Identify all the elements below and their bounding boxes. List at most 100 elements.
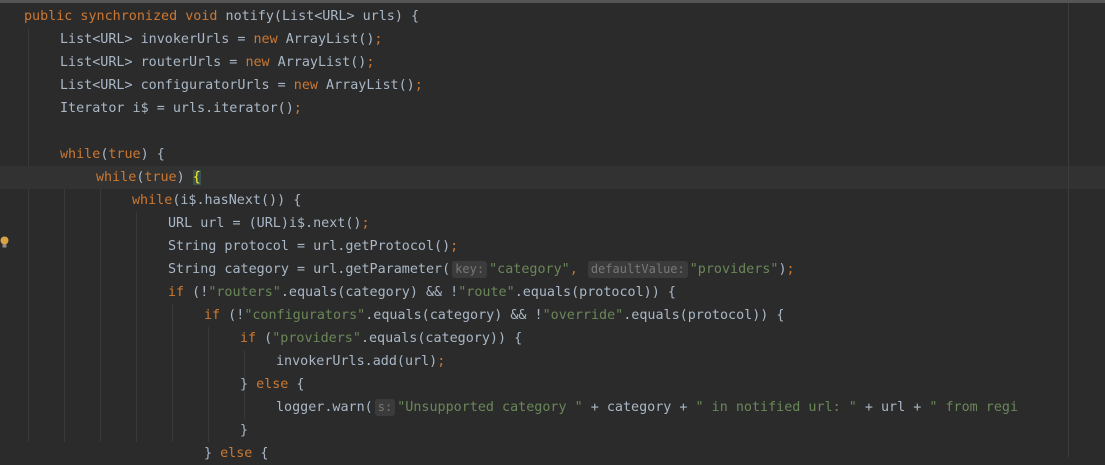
code-line-content: while(i$.hasNext()) { — [132, 189, 301, 212]
code-token: { — [252, 446, 269, 461]
code-line-content: URL url = (URL)i$.next(); — [168, 212, 370, 235]
code-line-content: if (!"configurators".equals(category) &&… — [204, 304, 785, 327]
code-line[interactable]: List<URL> configuratorUrls = new ArrayLi… — [0, 74, 1105, 97]
keyword-token: true — [144, 170, 177, 185]
code-line[interactable]: while(true) { — [0, 166, 1105, 189]
string-token: " in notified url: " — [695, 400, 857, 415]
keyword-token: if — [240, 331, 257, 346]
string-token: " from regi — [929, 400, 1019, 415]
code-line-content: logger.warn(s: "Unsupported category " + … — [276, 396, 1018, 419]
string-token: "Unsupported category " — [397, 400, 583, 415]
code-line-content: } else { — [240, 373, 305, 396]
code-token: { — [288, 377, 305, 392]
code-line-content: Iterator i$ = urls.iterator(); — [60, 97, 302, 120]
code-token: ) { — [140, 147, 165, 162]
code-line[interactable]: if ("providers".equals(category)) { — [0, 327, 1105, 350]
code-token: URL url = (URL)i$.next() — [168, 216, 362, 231]
code-token: (! — [220, 308, 245, 323]
code-token: ArrayList() — [269, 55, 367, 70]
keyword-token: ; — [374, 32, 383, 47]
keyword-token: ; — [414, 78, 423, 93]
code-token: + url + — [856, 400, 930, 415]
code-token: logger.warn( — [276, 400, 373, 415]
string-token: "providers" — [689, 262, 779, 277]
code-line[interactable] — [0, 120, 1105, 143]
keyword-token: , — [569, 262, 578, 277]
code-line-content: List<URL> routerUrls = new ArrayList(); — [60, 51, 374, 74]
code-token: Iterator i$ = urls.iterator() — [60, 101, 294, 116]
code-line[interactable]: List<URL> routerUrls = new ArrayList(); — [0, 51, 1105, 74]
code-line[interactable]: if (!"routers".equals(category) && !"rou… — [0, 281, 1105, 304]
parameter-hint: key: — [452, 261, 488, 278]
keyword-token: ; — [786, 262, 795, 277]
code-line-content: while(true) { — [60, 143, 165, 166]
keyword-token: else — [220, 446, 253, 461]
code-token: .equals(category) && ! — [365, 308, 543, 323]
code-line[interactable]: invokerUrls.add(url); — [0, 350, 1105, 373]
keyword-token: ; — [361, 216, 370, 231]
keyword-token: ; — [450, 239, 459, 254]
code-line[interactable]: URL url = (URL)i$.next(); — [0, 212, 1105, 235]
keyword-token: while — [96, 170, 137, 185]
code-token: String category = url.getParameter( — [168, 262, 451, 277]
right-margin-guide — [1068, 3, 1069, 457]
code-line[interactable]: if (!"configurators".equals(category) &&… — [0, 304, 1105, 327]
code-line[interactable]: } — [0, 419, 1105, 442]
code-line-content: String category = url.getParameter(key: "… — [168, 258, 795, 281]
keyword-token: else — [256, 377, 289, 392]
code-token: List<URL> invokerUrls = — [60, 32, 254, 47]
code-line-content: List<URL> invokerUrls = new ArrayList(); — [60, 28, 382, 51]
code-token: ) — [778, 262, 787, 277]
string-token: "configurators" — [244, 308, 366, 323]
string-token: "route" — [458, 285, 515, 300]
keyword-token: true — [108, 147, 141, 162]
code-editor[interactable]: public synchronized void notify(List<URL… — [0, 3, 1105, 461]
code-line-content: public synchronized void notify(List<URL… — [24, 5, 419, 28]
string-token: "providers" — [272, 331, 361, 346]
code-token: List<URL> configuratorUrls = — [60, 78, 294, 93]
code-line[interactable]: while(i$.hasNext()) { — [0, 189, 1105, 212]
code-line-content: } — [240, 419, 248, 442]
code-token: } — [204, 446, 221, 461]
code-token: .equals(category) && ! — [280, 285, 459, 300]
code-line[interactable]: String category = url.getParameter(key: "… — [0, 258, 1105, 281]
code-token: (! — [184, 285, 209, 300]
code-token: ( — [256, 331, 273, 346]
parameter-hint: defaultValue: — [587, 261, 688, 278]
code-token: String protocol = url.getProtocol() — [168, 239, 451, 254]
keyword-token: if — [204, 308, 221, 323]
code-line-content: while(true) { — [96, 166, 201, 189]
code-token: invokerUrls.add(url) — [276, 354, 438, 369]
code-token: } — [240, 377, 257, 392]
keyword-token: public synchronized void — [24, 9, 218, 24]
lightbulb-icon[interactable] — [0, 236, 9, 249]
code-line-content: } else { — [204, 442, 269, 465]
keyword-token: new — [253, 32, 278, 47]
code-line[interactable]: public synchronized void notify(List<URL… — [0, 5, 1105, 28]
keyword-token: if — [168, 285, 185, 300]
keyword-token: while — [60, 147, 101, 162]
code-token: ) — [176, 170, 193, 185]
string-token: "override" — [542, 308, 624, 323]
string-token: "routers" — [208, 285, 281, 300]
code-line[interactable]: while(true) { — [0, 143, 1105, 166]
code-token: .equals(protocol)) { — [514, 285, 676, 300]
parameter-hint: s: — [374, 399, 396, 416]
code-token: (i$.hasNext()) { — [172, 193, 302, 208]
code-line[interactable]: logger.warn(s: "Unsupported category " + … — [0, 396, 1105, 419]
code-token: ArrayList() — [317, 78, 415, 93]
code-line[interactable]: String protocol = url.getProtocol(); — [0, 235, 1105, 258]
code-line[interactable]: List<URL> invokerUrls = new ArrayList(); — [0, 28, 1105, 51]
code-line[interactable]: } else { — [0, 442, 1105, 465]
code-line-content: List<URL> configuratorUrls = new ArrayLi… — [60, 74, 423, 97]
code-line[interactable]: } else { — [0, 373, 1105, 396]
keyword-token: ; — [293, 101, 302, 116]
code-line[interactable]: Iterator i$ = urls.iterator(); — [0, 97, 1105, 120]
code-token: ArrayList() — [277, 32, 375, 47]
string-token: "category" — [489, 262, 570, 277]
code-token: } — [240, 423, 249, 438]
keyword-token: new — [245, 55, 270, 70]
code-token: .equals(category)) { — [360, 331, 523, 346]
code-token: List<URL> routerUrls = — [60, 55, 246, 70]
